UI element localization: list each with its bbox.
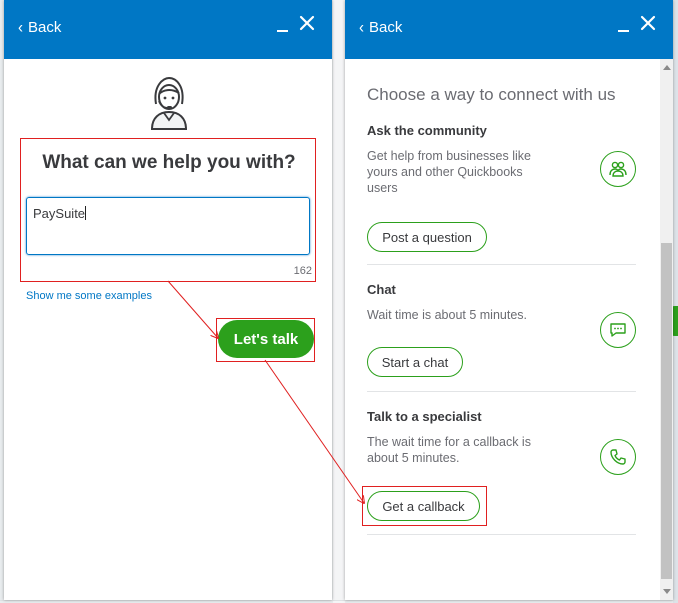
chevron-left-icon: ‹ <box>359 18 364 37</box>
section-title: Ask the community <box>367 123 487 138</box>
scrollbar[interactable] <box>660 59 673 600</box>
minimize-icon[interactable] <box>277 30 288 32</box>
section-divider <box>367 391 636 392</box>
close-icon[interactable] <box>639 14 657 32</box>
section-description: Wait time is about 5 minutes. <box>367 308 528 322</box>
start-chat-button[interactable]: Start a chat <box>367 347 463 377</box>
chevron-left-icon: ‹ <box>18 18 23 37</box>
section-title: Talk to a specialist <box>367 409 482 424</box>
close-icon[interactable] <box>298 14 316 32</box>
scrollbar-thumb[interactable] <box>661 243 672 579</box>
get-callback-button[interactable]: Get a callback <box>367 491 480 521</box>
section-title: Chat <box>367 282 396 297</box>
support-agent-icon <box>150 76 188 130</box>
text-caret <box>85 206 87 220</box>
help-panel: ‹ Back What can we help you with? PaySui… <box>4 0 332 600</box>
lets-talk-button[interactable]: Let's talk <box>218 320 314 358</box>
back-button[interactable]: ‹ Back <box>359 18 403 37</box>
help-title: What can we help you with? <box>42 152 296 173</box>
section-divider <box>367 534 636 535</box>
specialist-section: Talk to a specialist The wait time for a… <box>367 409 636 529</box>
section-divider <box>367 264 636 265</box>
minimize-icon[interactable] <box>618 30 629 32</box>
phone-icon <box>600 439 636 475</box>
section-description: The wait time for a callback is about 5 … <box>367 435 531 465</box>
question-input-value: PaySuite <box>33 206 86 221</box>
chat-section: Chat Wait time is about 5 minutes. Start… <box>367 282 636 382</box>
character-count: 162 <box>293 265 312 277</box>
panel-header: ‹ Back <box>345 0 673 59</box>
show-examples-link[interactable]: Show me some examples <box>26 290 152 302</box>
community-icon <box>600 151 636 187</box>
scroll-up-arrow[interactable] <box>663 65 671 70</box>
question-input[interactable]: PaySuite <box>26 197 310 255</box>
chat-icon <box>600 312 636 348</box>
connect-options: Choose a way to connect with us Ask the … <box>345 59 660 600</box>
background-app <box>333 0 345 603</box>
community-section: Ask the community Get help from business… <box>367 123 636 253</box>
connect-panel: ‹ Back Choose a way to connect with us A… <box>345 0 673 600</box>
back-button[interactable]: ‹ Back <box>18 18 62 37</box>
back-label: Back <box>369 19 403 36</box>
section-description: Get help from businesses like yours and … <box>367 149 531 195</box>
post-question-button[interactable]: Post a question <box>367 222 487 252</box>
scroll-down-arrow[interactable] <box>663 589 671 594</box>
back-label: Back <box>28 19 62 36</box>
background-app-right <box>673 0 678 603</box>
connect-title: Choose a way to connect with us <box>367 85 616 104</box>
panel-header: ‹ Back <box>4 0 332 59</box>
